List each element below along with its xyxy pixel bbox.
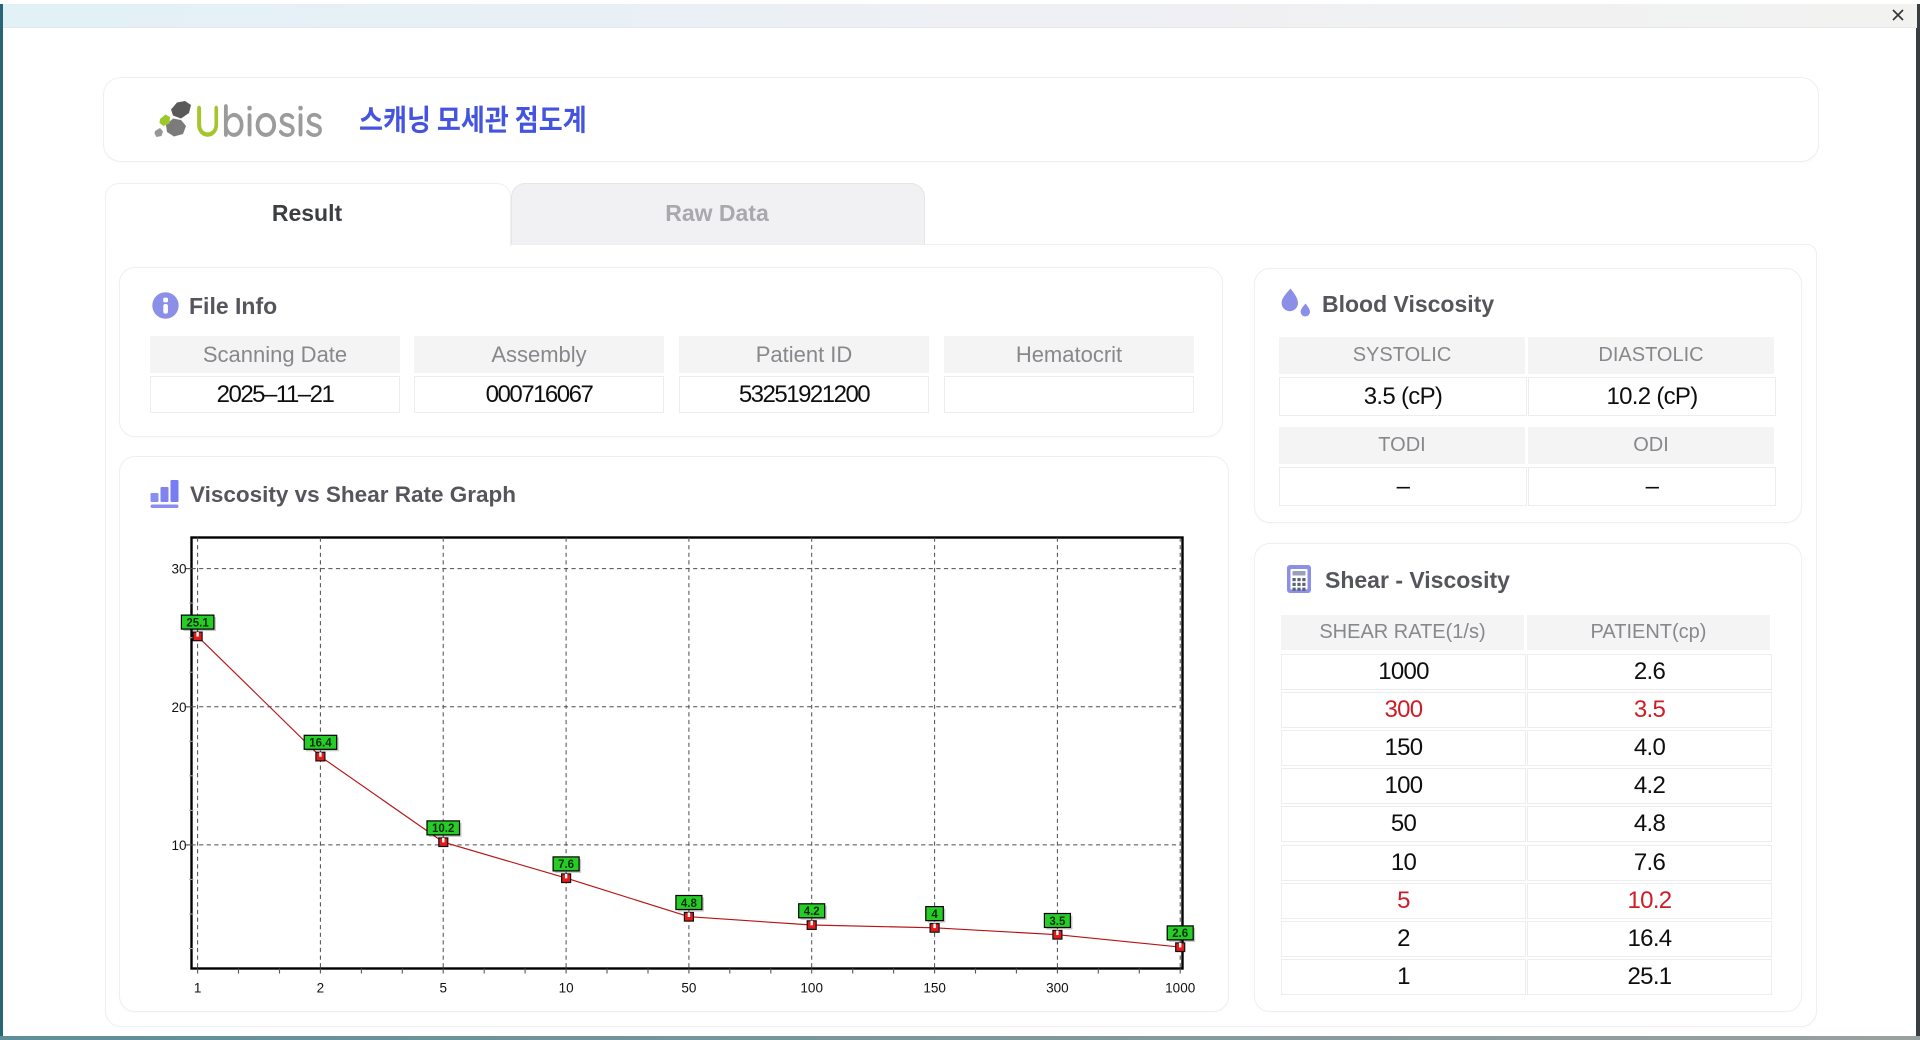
svg-text:5: 5 [439,981,447,996]
svg-text:10.2: 10.2 [432,823,454,835]
svg-text:4.2: 4.2 [804,906,820,918]
svg-text:1000: 1000 [1165,981,1195,996]
svg-text:10: 10 [559,981,574,996]
svg-text:7.6: 7.6 [558,859,574,871]
svg-text:2.6: 2.6 [1172,928,1188,940]
svg-text:50: 50 [681,981,696,996]
svg-text:20: 20 [171,700,186,715]
svg-text:30: 30 [171,562,186,577]
svg-text:10: 10 [171,838,186,853]
svg-text:4.8: 4.8 [681,898,698,910]
svg-text:100: 100 [800,981,823,996]
svg-text:150: 150 [923,981,946,996]
svg-text:3.5: 3.5 [1049,916,1066,928]
svg-text:2: 2 [317,981,325,996]
svg-text:25.1: 25.1 [186,617,209,629]
svg-text:4: 4 [931,909,938,921]
svg-text:300: 300 [1046,981,1069,996]
svg-text:16.4: 16.4 [309,738,332,750]
svg-text:1: 1 [194,981,202,996]
